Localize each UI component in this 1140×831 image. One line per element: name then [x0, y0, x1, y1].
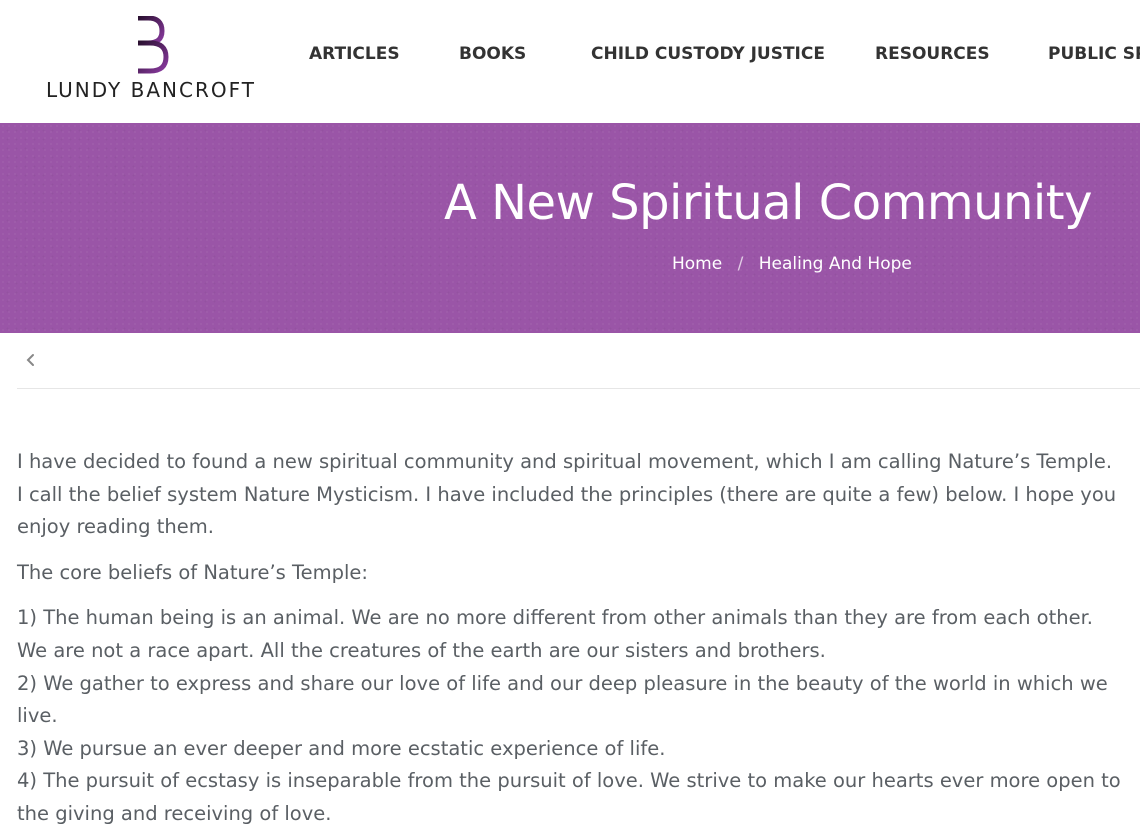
belief-3: 3) We pursue an ever deeper and more ecs…: [17, 736, 666, 760]
site-logo[interactable]: LUNDY BANCROFT: [44, 16, 254, 106]
page-title: A New Spiritual Community: [444, 175, 1092, 231]
logo-text: LUNDY BANCROFT: [46, 78, 256, 102]
nav-articles[interactable]: ARTICLES: [309, 44, 400, 64]
article-body: I have decided to found a new spiritual …: [17, 446, 1122, 831]
breadcrumb-home[interactable]: Home: [672, 254, 722, 274]
nav-books[interactable]: BOOKS: [459, 44, 526, 64]
intro-paragraph: I have decided to found a new spiritual …: [17, 450, 1117, 539]
breadcrumb: Home / Healing And Hope: [672, 254, 912, 274]
nav-public-speaking[interactable]: PUBLIC SPI: [1048, 44, 1140, 64]
core-beliefs-heading: The core beliefs of Nature’s Temple:: [17, 560, 368, 584]
post-navigation: [17, 333, 1140, 389]
site-header: LUNDY BANCROFT ARTICLES BOOKS CHILD CUST…: [0, 0, 1140, 123]
belief-4: 4) The pursuit of ecstasy is inseparable…: [17, 769, 1121, 825]
page-hero: A New Spiritual Community Home / Healing…: [0, 123, 1140, 333]
breadcrumb-current[interactable]: Healing And Hope: [759, 254, 912, 274]
belief-1: 1) The human being is an animal. We are …: [17, 606, 1093, 662]
logo-b-icon: [127, 16, 169, 74]
nav-child-custody-justice[interactable]: CHILD CUSTODY JUSTICE: [591, 44, 825, 64]
breadcrumb-separator: /: [737, 254, 744, 274]
belief-2: 2) We gather to express and share our lo…: [17, 671, 1108, 728]
nav-resources[interactable]: RESOURCES: [875, 44, 990, 64]
chevron-left-icon[interactable]: [23, 352, 39, 368]
